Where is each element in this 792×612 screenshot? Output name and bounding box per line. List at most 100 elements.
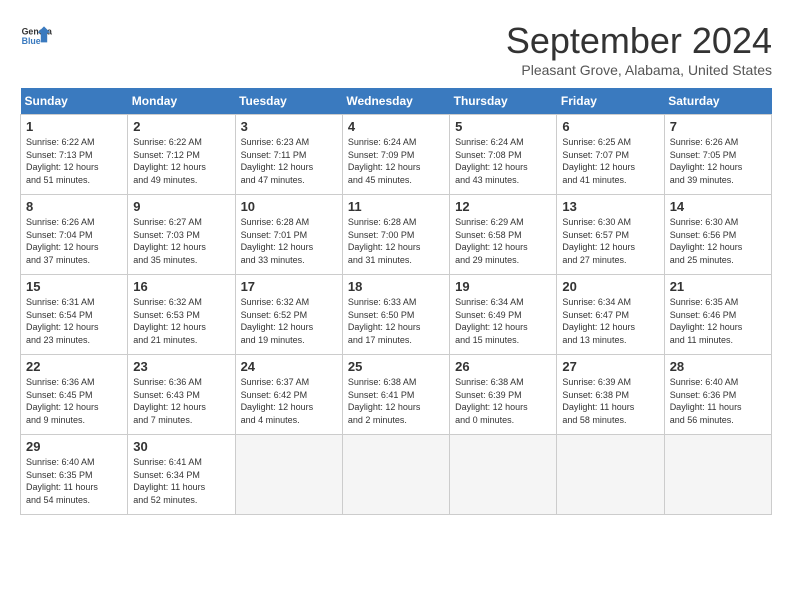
day-number: 15: [26, 279, 122, 294]
day-number: 22: [26, 359, 122, 374]
day-number: 26: [455, 359, 551, 374]
day-info: Sunrise: 6:29 AM Sunset: 6:58 PM Dayligh…: [455, 216, 551, 266]
weekday-header-row: SundayMondayTuesdayWednesdayThursdayFrid…: [21, 88, 772, 115]
day-info: Sunrise: 6:39 AM Sunset: 6:38 PM Dayligh…: [562, 376, 658, 426]
day-number: 18: [348, 279, 444, 294]
location: Pleasant Grove, Alabama, United States: [506, 62, 772, 78]
day-number: 17: [241, 279, 337, 294]
calendar-cell: 25 Sunrise: 6:38 AM Sunset: 6:41 PM Dayli…: [342, 355, 449, 435]
day-info: Sunrise: 6:24 AM Sunset: 7:08 PM Dayligh…: [455, 136, 551, 186]
day-info: Sunrise: 6:38 AM Sunset: 6:41 PM Dayligh…: [348, 376, 444, 426]
day-number: 2: [133, 119, 229, 134]
day-info: Sunrise: 6:31 AM Sunset: 6:54 PM Dayligh…: [26, 296, 122, 346]
calendar-cell: 17 Sunrise: 6:32 AM Sunset: 6:52 PM Dayli…: [235, 275, 342, 355]
day-number: 6: [562, 119, 658, 134]
day-info: Sunrise: 6:34 AM Sunset: 6:49 PM Dayligh…: [455, 296, 551, 346]
weekday-header-thursday: Thursday: [450, 88, 557, 115]
day-number: 10: [241, 199, 337, 214]
day-info: Sunrise: 6:37 AM Sunset: 6:42 PM Dayligh…: [241, 376, 337, 426]
day-number: 7: [670, 119, 766, 134]
calendar-cell: 30 Sunrise: 6:41 AM Sunset: 6:34 PM Dayli…: [128, 435, 235, 515]
day-number: 27: [562, 359, 658, 374]
weekday-header-saturday: Saturday: [664, 88, 771, 115]
day-info: Sunrise: 6:28 AM Sunset: 7:01 PM Dayligh…: [241, 216, 337, 266]
calendar-cell: 9Sunrise: 6:27 AM Sunset: 7:03 PM Daylig…: [128, 195, 235, 275]
calendar-cell: 8Sunrise: 6:26 AM Sunset: 7:04 PM Daylig…: [21, 195, 128, 275]
day-info: Sunrise: 6:33 AM Sunset: 6:50 PM Dayligh…: [348, 296, 444, 346]
weekday-header-wednesday: Wednesday: [342, 88, 449, 115]
week-row-4: 22 Sunrise: 6:36 AM Sunset: 6:45 PM Dayli…: [21, 355, 772, 435]
page-header: General Blue September 2024 Pleasant Gro…: [20, 20, 772, 78]
calendar-cell: 3 Sunrise: 6:23 AM Sunset: 7:11 PM Daylig…: [235, 115, 342, 195]
day-info: Sunrise: 6:26 AM Sunset: 7:05 PM Dayligh…: [670, 136, 766, 186]
calendar-cell: 2 Sunrise: 6:22 AM Sunset: 7:12 PM Daylig…: [128, 115, 235, 195]
logo-icon: General Blue: [20, 20, 52, 52]
week-row-2: 8Sunrise: 6:26 AM Sunset: 7:04 PM Daylig…: [21, 195, 772, 275]
day-number: 25: [348, 359, 444, 374]
week-row-5: 29Sunrise: 6:40 AM Sunset: 6:35 PM Dayli…: [21, 435, 772, 515]
day-number: 30: [133, 439, 229, 454]
calendar-cell: 10 Sunrise: 6:28 AM Sunset: 7:01 PM Dayli…: [235, 195, 342, 275]
calendar-cell: 22 Sunrise: 6:36 AM Sunset: 6:45 PM Dayli…: [21, 355, 128, 435]
calendar-cell: 21 Sunrise: 6:35 AM Sunset: 6:46 PM Dayli…: [664, 275, 771, 355]
calendar-body: 1Sunrise: 6:22 AM Sunset: 7:13 PM Daylig…: [21, 115, 772, 515]
day-number: 20: [562, 279, 658, 294]
calendar-cell: 13Sunrise: 6:30 AM Sunset: 6:57 PM Dayli…: [557, 195, 664, 275]
day-info: Sunrise: 6:27 AM Sunset: 7:03 PM Dayligh…: [133, 216, 229, 266]
day-info: Sunrise: 6:34 AM Sunset: 6:47 PM Dayligh…: [562, 296, 658, 346]
day-number: 8: [26, 199, 122, 214]
day-info: Sunrise: 6:30 AM Sunset: 6:57 PM Dayligh…: [562, 216, 658, 266]
day-info: Sunrise: 6:40 AM Sunset: 6:36 PM Dayligh…: [670, 376, 766, 426]
day-info: Sunrise: 6:28 AM Sunset: 7:00 PM Dayligh…: [348, 216, 444, 266]
day-info: Sunrise: 6:24 AM Sunset: 7:09 PM Dayligh…: [348, 136, 444, 186]
title-block: September 2024 Pleasant Grove, Alabama, …: [506, 20, 772, 78]
calendar-cell: 14Sunrise: 6:30 AM Sunset: 6:56 PM Dayli…: [664, 195, 771, 275]
calendar-cell: 4 Sunrise: 6:24 AM Sunset: 7:09 PM Daylig…: [342, 115, 449, 195]
day-info: Sunrise: 6:22 AM Sunset: 7:12 PM Dayligh…: [133, 136, 229, 186]
calendar-cell: 5 Sunrise: 6:24 AM Sunset: 7:08 PM Daylig…: [450, 115, 557, 195]
calendar-cell: [235, 435, 342, 515]
day-number: 12: [455, 199, 551, 214]
weekday-header-sunday: Sunday: [21, 88, 128, 115]
day-info: Sunrise: 6:36 AM Sunset: 6:45 PM Dayligh…: [26, 376, 122, 426]
calendar-cell: 20 Sunrise: 6:34 AM Sunset: 6:47 PM Dayli…: [557, 275, 664, 355]
calendar-cell: 23Sunrise: 6:36 AM Sunset: 6:43 PM Dayli…: [128, 355, 235, 435]
calendar-table: SundayMondayTuesdayWednesdayThursdayFrid…: [20, 88, 772, 515]
calendar-cell: [342, 435, 449, 515]
day-info: Sunrise: 6:30 AM Sunset: 6:56 PM Dayligh…: [670, 216, 766, 266]
day-number: 28: [670, 359, 766, 374]
weekday-header-tuesday: Tuesday: [235, 88, 342, 115]
calendar-cell: 12 Sunrise: 6:29 AM Sunset: 6:58 PM Dayli…: [450, 195, 557, 275]
day-number: 11: [348, 199, 444, 214]
day-info: Sunrise: 6:35 AM Sunset: 6:46 PM Dayligh…: [670, 296, 766, 346]
day-number: 16: [133, 279, 229, 294]
calendar-cell: 11 Sunrise: 6:28 AM Sunset: 7:00 PM Dayli…: [342, 195, 449, 275]
svg-text:Blue: Blue: [22, 36, 41, 46]
week-row-1: 1Sunrise: 6:22 AM Sunset: 7:13 PM Daylig…: [21, 115, 772, 195]
day-number: 1: [26, 119, 122, 134]
day-number: 29: [26, 439, 122, 454]
day-info: Sunrise: 6:23 AM Sunset: 7:11 PM Dayligh…: [241, 136, 337, 186]
day-number: 21: [670, 279, 766, 294]
day-info: Sunrise: 6:41 AM Sunset: 6:34 PM Dayligh…: [133, 456, 229, 506]
day-number: 5: [455, 119, 551, 134]
day-number: 24: [241, 359, 337, 374]
day-info: Sunrise: 6:25 AM Sunset: 7:07 PM Dayligh…: [562, 136, 658, 186]
calendar-cell: 28 Sunrise: 6:40 AM Sunset: 6:36 PM Dayli…: [664, 355, 771, 435]
weekday-header-monday: Monday: [128, 88, 235, 115]
calendar-cell: 18 Sunrise: 6:33 AM Sunset: 6:50 PM Dayli…: [342, 275, 449, 355]
day-number: 4: [348, 119, 444, 134]
day-number: 3: [241, 119, 337, 134]
calendar-cell: 15 Sunrise: 6:31 AM Sunset: 6:54 PM Dayli…: [21, 275, 128, 355]
calendar-cell: 6 Sunrise: 6:25 AM Sunset: 7:07 PM Daylig…: [557, 115, 664, 195]
calendar-cell: 16Sunrise: 6:32 AM Sunset: 6:53 PM Dayli…: [128, 275, 235, 355]
calendar-cell: 27 Sunrise: 6:39 AM Sunset: 6:38 PM Dayli…: [557, 355, 664, 435]
month-title: September 2024: [506, 20, 772, 62]
calendar-cell: 26Sunrise: 6:38 AM Sunset: 6:39 PM Dayli…: [450, 355, 557, 435]
calendar-cell: [664, 435, 771, 515]
day-info: Sunrise: 6:32 AM Sunset: 6:52 PM Dayligh…: [241, 296, 337, 346]
calendar-cell: 1Sunrise: 6:22 AM Sunset: 7:13 PM Daylig…: [21, 115, 128, 195]
calendar-cell: [557, 435, 664, 515]
day-info: Sunrise: 6:36 AM Sunset: 6:43 PM Dayligh…: [133, 376, 229, 426]
calendar-cell: 19Sunrise: 6:34 AM Sunset: 6:49 PM Dayli…: [450, 275, 557, 355]
